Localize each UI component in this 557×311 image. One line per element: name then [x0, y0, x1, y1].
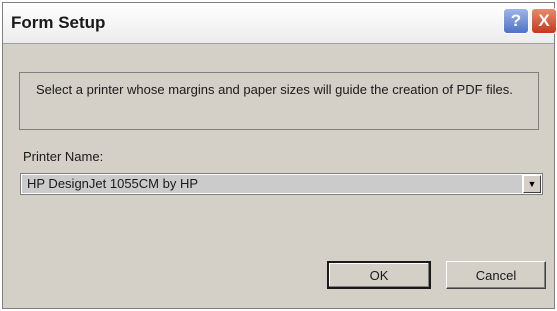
cancel-button[interactable]: Cancel: [446, 261, 546, 289]
ok-button[interactable]: OK: [327, 261, 431, 289]
close-button[interactable]: X: [531, 8, 557, 34]
chevron-down-icon: ▼: [527, 179, 537, 189]
printer-name-label: Printer Name:: [23, 149, 104, 164]
info-message-box: Select a printer whose margins and paper…: [19, 72, 539, 130]
printer-name-value[interactable]: HP DesignJet 1055CM by HP: [22, 175, 522, 193]
cancel-button-label: Cancel: [475, 267, 517, 283]
dialog-title: Form Setup: [11, 13, 106, 32]
form-setup-dialog: Form Setup ? X Select a printer whose ma…: [2, 2, 557, 309]
ok-button-label: OK: [369, 267, 389, 283]
help-icon: ?: [510, 11, 522, 30]
dropdown-button[interactable]: ▼: [523, 175, 541, 193]
printer-name-select[interactable]: HP DesignJet 1055CM by HP ▼: [20, 173, 543, 195]
info-message: Select a printer whose margins and paper…: [36, 82, 513, 97]
close-icon: X: [538, 11, 550, 30]
title-bar: Form Setup ? X: [3, 3, 557, 44]
help-button[interactable]: ?: [503, 8, 529, 34]
